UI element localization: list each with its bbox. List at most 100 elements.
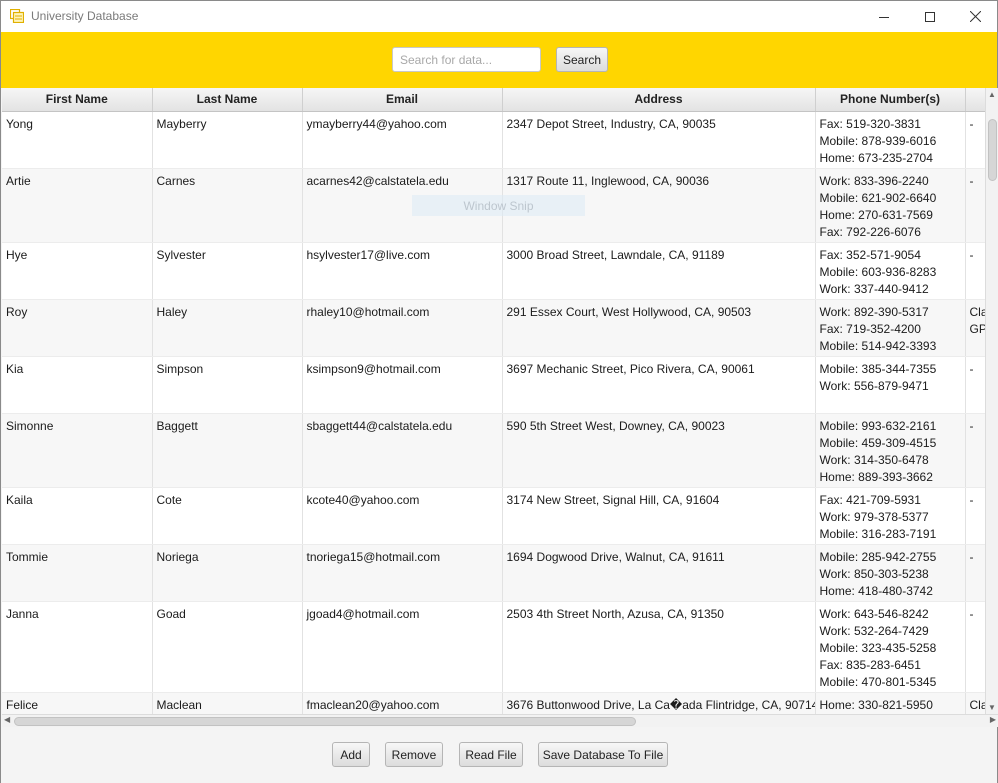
phone-numbers-cell[interactable]: Fax: 421-709-5931 Work: 979-378-5377 Mobil… xyxy=(815,487,966,545)
extra-value: GP xyxy=(969,321,986,336)
extra-cell[interactable]: - xyxy=(965,168,985,243)
extra-cell[interactable]: Cla GP xyxy=(965,299,986,357)
phone-numbers-cell[interactable]: Fax: 352-571-9054 Mobile: 603-936-8283 Wor… xyxy=(815,242,966,300)
last-name-cell[interactable]: Cote xyxy=(152,487,303,545)
email-cell[interactable]: hsylvester17@live.com xyxy=(302,242,503,300)
phone-numbers-cell[interactable]: Mobile: 285-942-2755 Work: 850-303-5238 Ho… xyxy=(815,544,966,602)
extra-cell[interactable]: - xyxy=(965,544,985,602)
last-name-cell[interactable]: Haley xyxy=(152,299,303,357)
last-name-cell[interactable]: Baggett xyxy=(152,413,303,488)
title-bar[interactable]: University Database xyxy=(1,1,997,32)
table-row[interactable]: Felice Maclean fmaclean20@yahoo.com 3676 Bu… xyxy=(2,692,985,714)
address-cell[interactable]: 3676 Buttonwood Drive, La Ca�ada Flintri… xyxy=(502,692,816,714)
first-name-cell[interactable]: Kaila xyxy=(2,487,153,545)
address-cell[interactable]: 2347 Depot Street, Industry, CA, 90035 xyxy=(502,111,816,169)
extra-cell[interactable]: - xyxy=(965,413,985,488)
table-row[interactable]: Simonne Baggett sbaggett44@calstatela.edu 5… xyxy=(2,413,985,488)
address-cell[interactable]: 3174 New Street, Signal Hill, CA, 91604 xyxy=(502,487,816,545)
column-header-last-name[interactable]: Last Name xyxy=(152,88,303,112)
phone-numbers-cell[interactable]: Home: 330-821-5950 xyxy=(815,692,966,714)
scroll-up-arrow-icon[interactable]: ▲ xyxy=(988,90,996,99)
column-header-address[interactable]: Address xyxy=(502,88,816,112)
column-header-extra[interactable] xyxy=(965,88,985,112)
table-row[interactable]: Kia Simpson ksimpson9@hotmail.com 3697 Mech… xyxy=(2,356,985,414)
extra-value: - xyxy=(969,361,974,376)
extra-cell[interactable]: - xyxy=(965,242,985,300)
phone-number: Work: 556-879-9471 xyxy=(819,378,929,393)
last-name-cell[interactable]: Sylvester xyxy=(152,242,303,300)
last-name-cell[interactable]: Simpson xyxy=(152,356,303,414)
extra-cell[interactable]: - xyxy=(965,601,985,693)
save-database-button[interactable]: Save Database To File xyxy=(538,742,668,767)
phone-numbers-cell[interactable]: Mobile: 993-632-2161 Mobile: 459-309-4515… xyxy=(815,413,966,488)
add-button[interactable]: Add xyxy=(332,742,370,767)
first-name-cell[interactable]: Simonne xyxy=(2,413,153,488)
last-name-cell[interactable]: Carnes xyxy=(152,168,303,243)
address-cell[interactable]: 3000 Broad Street, Lawndale, CA, 91189 xyxy=(502,242,816,300)
extra-cell[interactable]: Cla xyxy=(965,692,985,714)
phone-numbers-cell[interactable]: Work: 833-396-2240 Mobile: 621-902-6640 Ho… xyxy=(815,168,966,243)
extra-cell[interactable]: - xyxy=(965,111,985,169)
first-name-cell[interactable]: Kia xyxy=(2,356,153,414)
close-icon xyxy=(969,11,981,22)
email-cell[interactable]: sbaggett44@calstatela.edu xyxy=(302,413,503,488)
table-row[interactable]: Tommie Noriega tnoriega15@hotmail.com 1694 … xyxy=(2,544,985,602)
last-name-cell[interactable]: Noriega xyxy=(152,544,303,602)
remove-button[interactable]: Remove xyxy=(385,742,443,767)
scroll-left-arrow-icon[interactable]: ◀ xyxy=(4,715,10,724)
phone-number: Fax: 719-352-4200 xyxy=(819,321,921,336)
scroll-right-arrow-icon[interactable]: ▶ xyxy=(990,715,996,724)
email-cell[interactable]: ymayberry44@yahoo.com xyxy=(302,111,503,169)
email-cell[interactable]: fmaclean20@yahoo.com xyxy=(302,692,503,714)
phone-numbers-cell[interactable]: Work: 643-546-8242 Work: 532-264-7429 Mobi… xyxy=(815,601,966,693)
column-header-email[interactable]: Email xyxy=(302,88,503,112)
email-cell[interactable]: rhaley10@hotmail.com xyxy=(302,299,503,357)
last-name-cell[interactable]: Maclean xyxy=(152,692,303,714)
read-file-button[interactable]: Read File xyxy=(459,742,523,767)
email-cell[interactable]: kcote40@yahoo.com xyxy=(302,487,503,545)
window-snip-overlay: Window Snip xyxy=(412,195,585,216)
extra-value: Cla xyxy=(969,304,986,319)
scroll-down-arrow-icon[interactable]: ▼ xyxy=(988,703,996,712)
phone-number: Work: 532-264-7429 xyxy=(819,623,929,638)
table-row[interactable]: Hye Sylvester hsylvester17@live.com 3000 Br… xyxy=(2,242,985,300)
horizontal-scroll-thumb[interactable] xyxy=(14,717,636,726)
address-cell[interactable]: 3697 Mechanic Street, Pico Rivera, CA, 9… xyxy=(502,356,816,414)
email-cell[interactable]: jgoad4@hotmail.com xyxy=(302,601,503,693)
email-cell[interactable]: ksimpson9@hotmail.com xyxy=(302,356,503,414)
extra-cell[interactable]: - xyxy=(965,487,985,545)
minimize-button[interactable] xyxy=(861,1,907,32)
last-name-cell[interactable]: Mayberry xyxy=(152,111,303,169)
email-cell[interactable]: tnoriega15@hotmail.com xyxy=(302,544,503,602)
extra-cell[interactable]: - xyxy=(965,356,985,414)
table-row[interactable]: Kaila Cote kcote40@yahoo.com 3174 New Stree… xyxy=(2,487,985,545)
column-header-first-name[interactable]: First Name xyxy=(2,88,153,112)
first-name-cell[interactable]: Roy xyxy=(2,299,153,357)
address-cell[interactable]: 2503 4th Street North, Azusa, CA, 91350 xyxy=(502,601,816,693)
address-cell[interactable]: 1694 Dogwood Drive, Walnut, CA, 91611 xyxy=(502,544,816,602)
address-cell[interactable]: 590 5th Street West, Downey, CA, 90023 xyxy=(502,413,816,488)
horizontal-scrollbar[interactable]: ◀ ▶ xyxy=(2,714,998,727)
table-row[interactable]: Janna Goad jgoad4@hotmail.com 2503 4th Stre… xyxy=(2,601,985,693)
search-input[interactable] xyxy=(392,47,541,72)
table-row[interactable]: Roy Haley rhaley10@hotmail.com 291 Essex Co… xyxy=(2,299,986,357)
phone-numbers-cell[interactable]: Work: 892-390-5317 Fax: 719-352-4200 Mobil… xyxy=(815,299,966,357)
vertical-scrollbar[interactable]: ▲ ▼ xyxy=(985,88,998,714)
close-button[interactable] xyxy=(952,1,998,32)
vertical-scroll-thumb[interactable] xyxy=(988,119,997,181)
last-name-cell[interactable]: Goad xyxy=(152,601,303,693)
search-button[interactable]: Search xyxy=(556,47,608,72)
address-cell[interactable]: 291 Essex Court, West Hollywood, CA, 905… xyxy=(502,299,816,357)
first-name-cell[interactable]: Artie xyxy=(2,168,153,243)
first-name-cell[interactable]: Yong xyxy=(2,111,153,169)
phone-numbers-cell[interactable]: Fax: 519-320-3831 Mobile: 878-939-6016 Hom… xyxy=(815,111,966,169)
table-row[interactable]: Yong Mayberry ymayberry44@yahoo.com 2347 De… xyxy=(2,111,985,169)
first-name-cell[interactable]: Tommie xyxy=(2,544,153,602)
maximize-button[interactable] xyxy=(907,1,953,32)
extra-value: - xyxy=(969,173,974,188)
first-name-cell[interactable]: Hye xyxy=(2,242,153,300)
phone-numbers-cell[interactable]: Mobile: 385-344-7355 Work: 556-879-9471 xyxy=(815,356,966,414)
first-name-cell[interactable]: Felice xyxy=(2,692,153,714)
first-name-cell[interactable]: Janna xyxy=(2,601,153,693)
column-header-phone-numbers[interactable]: Phone Number(s) xyxy=(815,88,966,112)
